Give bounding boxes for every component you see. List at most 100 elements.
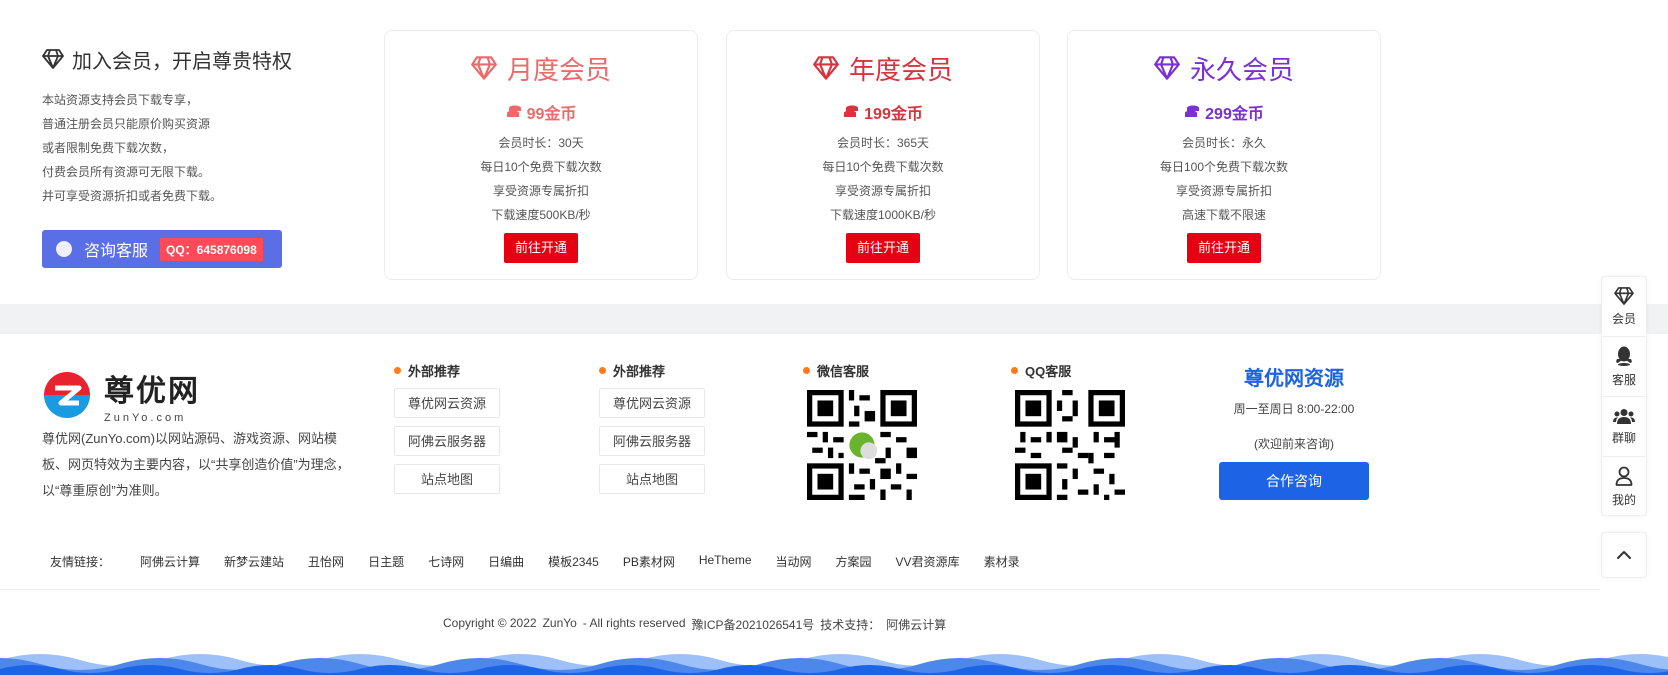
qq-qr-code-icon [1015,390,1125,500]
plan-price-text: 99金币 [526,106,577,123]
consult-service-button[interactable]: 咨询客服 QQ：645876098 [42,230,282,268]
consult-label: 咨询客服 [84,243,149,260]
diamond-icon [42,49,64,69]
side-item-service[interactable]: 客服 [1602,337,1646,397]
side-item-label: 群聊 [1611,430,1636,445]
intro-line: 本站资源支持会员下载专享， [42,93,199,107]
wechat-service-column: 微信客服 [803,360,917,505]
footer-wave-decoration [0,654,1668,675]
coins-icon [844,105,859,117]
side-item-profile[interactable]: 我的 [1602,457,1646,517]
footer-logo[interactable]: 尊优网 ZunYo.com [42,366,200,424]
footer: 尊优网 ZunYo.com 尊优网(ZunYo.com)以网站源码、游戏资源、网… [0,334,1668,675]
open-yearly-button[interactable]: 前往开通 [846,233,920,263]
group-icon [1613,408,1635,424]
footer-link[interactable]: 尊优网云资源 [599,388,705,418]
friend-link[interactable]: 日主题 [368,553,404,570]
cooperation-consult-button[interactable]: 合作咨询 [1219,462,1369,500]
footer-divider [0,589,1600,590]
plan-feature: 下载速度1000KB/秒 [829,208,937,222]
plan-name: 年度会员 [848,54,953,85]
plan-card-lifetime: 永久会员 299金币 会员时长：永久 每日100个免费下载次数 享受资源专属折扣… [1067,30,1381,280]
plan-price-text: 299金币 [1205,106,1264,123]
footer-link[interactable]: 站点地图 [599,464,705,494]
column-title: QQ客服 [1011,360,1125,380]
intro-line: 或者限制免费下载次数， [42,141,175,155]
friend-link[interactable]: 七诗网 [428,553,464,570]
back-to-top-button[interactable] [1601,532,1647,578]
intro-line: 付费会员所有资源可无限下载。 [42,165,211,179]
friend-link[interactable]: 素材录 [984,553,1020,570]
plan-card-yearly: 年度会员 199金币 会员时长：365天 每日10个免费下载次数 享受资源专属折… [726,30,1040,280]
logo-text-en: ZunYo.com [104,412,187,424]
section-separator [0,304,1668,334]
coins-icon [1185,105,1200,117]
intro-line: 普通注册会员只能原价购买资源 [42,117,211,131]
diamond-icon [813,56,839,80]
membership-section: 加入会员，开启尊贵特权 本站资源支持会员下载专享， 普通注册会员只能原价购买资源… [0,0,1668,300]
open-lifetime-button[interactable]: 前往开通 [1187,233,1261,263]
brand-name: 尊优网资源 [1244,368,1344,390]
intro-title-text: 加入会员，开启尊贵特权 [72,50,292,73]
side-item-label: 我的 [1611,493,1636,507]
tech-support-link[interactable]: 阿佛云计算 [886,616,946,633]
friend-link[interactable]: 方案园 [836,553,872,570]
side-item-vip[interactable]: 会员 [1602,277,1646,337]
chevron-up-icon [1617,551,1631,559]
footer-link[interactable]: 阿佛云服务器 [599,426,705,456]
side-item-label: 客服 [1611,372,1636,387]
plan-feature: 每日10个免费下载次数 [822,160,944,174]
friend-link[interactable]: 阿佛云计算 [140,553,200,570]
plan-feature: 享受资源专属折扣 [834,184,931,198]
copyright: Copyright © 2022 ZunYo - All rights rese… [443,616,952,633]
plan-card-monthly: 月度会员 99金币 会员时长：30天 每日10个免费下载次数 享受资源专属折扣 … [384,30,698,280]
plan-feature: 享受资源专属折扣 [1175,184,1272,198]
footer-link[interactable]: 站点地图 [394,464,500,494]
friend-link[interactable]: VV君资源库 [896,553,960,570]
intro-line: 并可享受资源折扣或者免费下载。 [42,189,223,203]
coins-icon [506,105,521,117]
friend-link[interactable]: 日编曲 [488,553,524,570]
diamond-icon [471,56,497,80]
plan-feature: 会员时长：永久 [1181,136,1266,150]
side-item-group-chat[interactable]: 群聊 [1602,397,1646,457]
open-monthly-button[interactable]: 前往开通 [504,233,578,263]
plan-feature: 高速下载不限速 [1181,208,1266,222]
column-title: 外部推荐 [394,360,500,380]
friend-link[interactable]: 模板2345 [548,553,599,570]
logo-text-cn: 尊优网 [104,375,200,408]
footer-link[interactable]: 尊优网云资源 [394,388,500,418]
plan-price: 199金币 [727,101,1039,123]
friend-link[interactable]: 新梦云建站 [224,553,284,570]
qq-number-badge: QQ：645876098 [160,237,263,261]
plan-feature: 享受资源专属折扣 [492,184,589,198]
friend-links-label: 友情链接： [50,555,111,569]
friend-links: 友情链接： 阿佛云计算 新梦云建站 丑怡网 日主题 七诗网 日编曲 模板2345… [50,553,1044,570]
friend-link[interactable]: HeTheme [699,553,752,570]
plan-price: 99金币 [385,101,697,123]
column-title: 外部推荐 [599,360,705,380]
plan-price: 299金币 [1068,101,1380,123]
intro-title: 加入会员，开启尊贵特权 [42,44,342,74]
copyright-rights: - All rights reserved [582,616,686,630]
friend-link[interactable]: 丑怡网 [308,553,344,570]
zunyo-logo-icon [44,372,90,418]
external-links-column-1: 外部推荐 尊优网云资源 阿佛云服务器 站点地图 [394,360,500,494]
plan-feature: 每日100个免费下载次数 [1159,160,1289,174]
plan-price-text: 199金币 [864,106,923,123]
membership-intro: 加入会员，开启尊贵特权 本站资源支持会员下载专享， 普通注册会员只能原价购买资源… [42,44,342,268]
friend-link[interactable]: 当动网 [776,553,812,570]
diamond-icon [1614,286,1634,305]
brand-contact: 尊优网资源 周一至周日 8:00-22:00 (欢迎前来咨询) 合作咨询 [1214,362,1374,500]
diamond-icon [1154,56,1180,80]
side-item-label: 会员 [1611,311,1636,326]
footer-link[interactable]: 阿佛云服务器 [394,426,500,456]
copyright-text: Copyright © 2022 [443,616,537,630]
copyright-site-link[interactable]: ZunYo [543,616,577,633]
tech-support-label: 技术支持： [820,618,881,632]
qq-service-column: QQ客服 [1011,360,1125,505]
plan-name: 永久会员 [1189,54,1294,85]
icp-link[interactable]: 豫ICP备2021026541号 [692,616,815,633]
friend-link[interactable]: PB素材网 [623,553,675,570]
plan-feature: 下载速度500KB/秒 [491,208,591,222]
